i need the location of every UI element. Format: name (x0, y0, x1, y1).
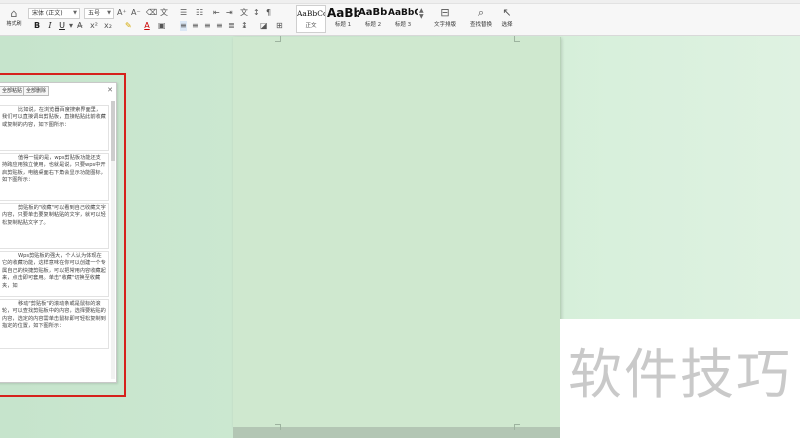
style-heading-2[interactable]: AaBb( 标题 2 (358, 5, 388, 33)
clipboard-panel: 全部粘贴 全部删除 ✕ 比如说，在浏览器百度搜索界面里，我们可以直接调出剪贴板，… (0, 82, 117, 383)
superscript-icon[interactable]: x² (90, 21, 98, 31)
bullet-list-icon[interactable]: ☰ (180, 8, 187, 18)
style-normal[interactable]: AaBbCcI 正文 (296, 5, 326, 33)
subscript-icon[interactable]: x₂ (104, 21, 112, 31)
clear-format-icon[interactable]: ⌫ (146, 8, 157, 18)
clipboard-item[interactable]: 比如说，在浏览器百度搜索界面里，我们可以直接调出剪贴板，直接粘贴此前收藏或复制的… (0, 105, 109, 151)
ribbon-toolbar: ⌂ 格式刷 宋体 (正文) ▼ 五号 ▼ A⁺ A⁻ ⌫ 文 B I U ▾ A… (0, 0, 800, 36)
ribbon-tab-strip (0, 0, 800, 4)
page-gap (233, 427, 561, 438)
style-heading-1[interactable]: AaBb 标题 1 (327, 5, 359, 33)
grow-font-icon[interactable]: A⁺ (117, 8, 127, 18)
clipboard-item[interactable]: 剪贴板的"收藏"可以看到自己收藏文字内容，只要单击要复制粘贴的文字，就可以轻松复… (0, 203, 109, 249)
style-sample: AaBbC (388, 8, 418, 18)
underline-dropdown-icon[interactable]: ▾ (69, 21, 73, 31)
chinese-layout-icon[interactable]: 文 (240, 8, 248, 18)
number-list-icon[interactable]: ☷ (196, 8, 203, 18)
style-sample: AaBb (327, 6, 359, 20)
underline-button[interactable]: U (57, 20, 67, 32)
font-size-select[interactable]: 五号 ▼ (84, 8, 114, 19)
select-label: 选择 (501, 22, 513, 28)
font-name-value: 宋体 (正文) (32, 10, 63, 17)
font-size-value: 五号 (88, 10, 101, 17)
paste-all-button[interactable]: 全部粘贴 (0, 86, 26, 96)
highlight-icon[interactable]: ✎ (125, 21, 132, 31)
styles-more-icon[interactable]: ▲ ▼ (419, 8, 424, 20)
text-layout-label: 文字排版 (433, 22, 456, 28)
margin-corner-mark (275, 424, 281, 430)
style-sample: AaBbCcI (297, 9, 325, 18)
find-replace-label: 查找替换 (469, 22, 492, 28)
style-heading-3[interactable]: AaBbC 标题 3 (388, 5, 418, 33)
align-center-icon[interactable]: ≡ (192, 21, 199, 31)
document-page[interactable] (233, 37, 561, 427)
sort-icon[interactable]: ↕ (253, 8, 260, 18)
clipboard-header: 全部粘贴 全部删除 ✕ (0, 86, 116, 98)
bold-button[interactable]: B (32, 20, 42, 32)
close-icon[interactable]: ✕ (107, 86, 113, 95)
style-label: 正文 (305, 23, 317, 29)
format-painter-button[interactable]: ⌂ 格式刷 (5, 8, 23, 34)
search-icon: ⌕ (477, 6, 485, 19)
clipboard-item-text: 剪贴板的"收藏"可以看到自己收藏文字内容，只要单击要复制粘贴的文字，就可以轻松复… (2, 205, 106, 226)
chevron-down-icon: ▼ (73, 10, 77, 16)
clipboard-item[interactable]: 值得一提的是，wps剪贴板功能还支持跨应用独立使用，也就是说，只要wps中开启剪… (0, 153, 109, 201)
clipboard-item[interactable]: Wps剪贴板的强大，个人认为体现在它的收藏功能，这样意味在你可以创建一个专属自己… (0, 251, 109, 297)
clipboard-item[interactable]: 移动"剪贴板"的滚动条或是鼠标的滚轮，可以查找剪贴板中的内容，选择要粘贴的内容，… (0, 299, 109, 349)
find-replace-button[interactable]: ⌕ 查找替换 (466, 6, 496, 30)
clipboard-item-text: 移动"剪贴板"的滚动条或是鼠标的滚轮，可以查找剪贴板中的内容，选择要粘贴的内容，… (2, 301, 106, 330)
format-painter-label: 格式刷 (6, 21, 22, 27)
borders-icon[interactable]: ⊞ (276, 21, 283, 31)
line-spacing-icon[interactable]: ↨ (241, 21, 248, 31)
char-border-icon[interactable]: ▣ (158, 21, 166, 31)
style-label: 标题 3 (394, 22, 412, 28)
align-left-icon[interactable]: ≡ (180, 21, 187, 31)
margin-corner-mark (514, 424, 520, 430)
text-layout-icon: ⊟ (440, 6, 450, 19)
clear-all-button[interactable]: 全部删除 (23, 86, 50, 96)
style-label: 标题 1 (334, 22, 352, 28)
style-label: 标题 2 (364, 22, 382, 28)
phonetic-icon[interactable]: 文 (160, 8, 168, 18)
font-name-select[interactable]: 宋体 (正文) ▼ (28, 8, 80, 19)
margin-corner-mark (514, 36, 520, 42)
shading-icon[interactable]: ◪ (260, 21, 268, 31)
increase-indent-icon[interactable]: ⇥ (226, 8, 233, 18)
cursor-icon: ↖ (502, 6, 512, 19)
font-color-button[interactable]: A (142, 20, 152, 32)
clipboard-item-text: 值得一提的是，wps剪贴板功能还支持跨应用独立使用，也就是说，只要wps中开启剪… (2, 155, 106, 184)
margin-corner-mark (275, 36, 281, 42)
clipboard-item-text: Wps剪贴板的强大，个人认为体现在它的收藏功能，这样意味在你可以创建一个专属自己… (2, 253, 106, 289)
decrease-indent-icon[interactable]: ⇤ (213, 8, 220, 18)
distribute-icon[interactable]: ≣ (228, 21, 235, 31)
clipboard-item-text: 比如说，在浏览器百度搜索界面里，我们可以直接调出剪贴板，直接粘贴此前收藏或复制的… (2, 107, 106, 128)
show-marks-icon[interactable]: ¶ (266, 8, 271, 18)
chevron-down-icon: ▼ (107, 10, 111, 16)
format-painter-icon: ⌂ (10, 7, 18, 20)
scrollbar-thumb[interactable] (111, 101, 115, 161)
align-right-icon[interactable]: ≡ (204, 21, 211, 31)
strikethrough-icon[interactable]: A̶ (77, 21, 82, 31)
watermark-text: 软件技巧 (568, 343, 792, 406)
text-layout-button[interactable]: ⊟ 文字排版 (430, 6, 460, 30)
select-button[interactable]: ↖ 选择 (498, 6, 516, 30)
style-sample: AaBb( (358, 7, 388, 18)
justify-icon[interactable]: ≡ (216, 21, 223, 31)
italic-button[interactable]: I (45, 20, 55, 32)
shrink-font-icon[interactable]: A⁻ (131, 8, 141, 18)
clipboard-scrollbar[interactable] (111, 101, 115, 379)
